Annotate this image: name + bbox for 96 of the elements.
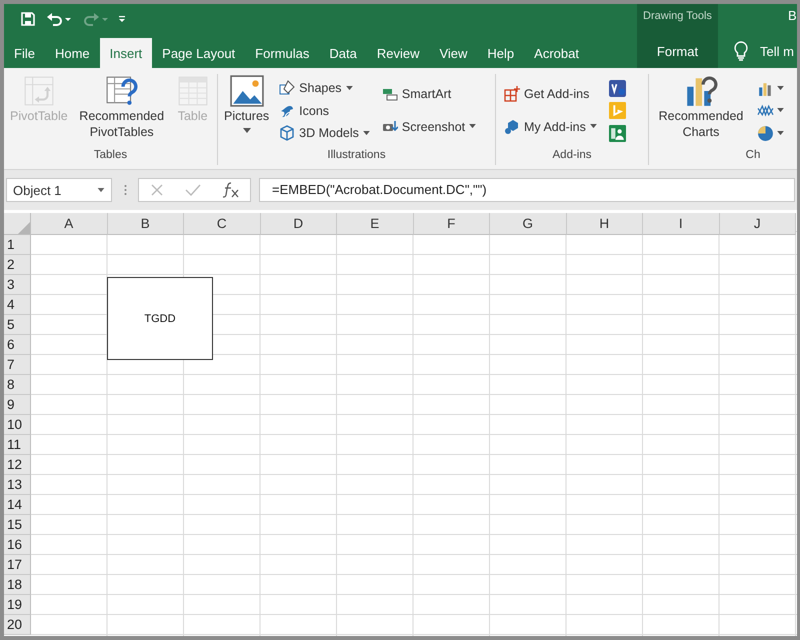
ribbon-tab[interactable]: Acrobat: [524, 38, 589, 68]
table-arrows-icon: [22, 74, 56, 108]
ribbon-tab[interactable]: Data: [319, 38, 367, 68]
name-box[interactable]: Object 1: [6, 178, 112, 202]
app-tile-icon: [608, 80, 626, 96]
row-header[interactable]: 14: [4, 495, 31, 515]
ribbon-tab[interactable]: Review: [366, 38, 430, 68]
cube-icon: [279, 125, 296, 141]
row-header[interactable]: 11: [4, 435, 31, 455]
save-icon[interactable]: [20, 11, 36, 27]
ribbon-tab[interactable]: Page Layout: [152, 38, 246, 68]
row-header[interactable]: 6: [4, 335, 31, 355]
column-header[interactable]: J: [720, 213, 796, 235]
ribbon-tab[interactable]: Formulas: [245, 38, 320, 68]
grid-plus-icon: [504, 86, 520, 102]
ribbon-tab[interactable]: Format: [646, 34, 708, 68]
row-header[interactable]: 10: [4, 415, 31, 435]
undo-icon[interactable]: [46, 11, 72, 27]
column-header[interactable]: I: [643, 213, 720, 235]
column-header[interactable]: C: [184, 213, 260, 235]
shapes-icon: [279, 80, 296, 96]
row-header[interactable]: 5: [4, 315, 31, 335]
tell-me-search[interactable]: Tell m: [760, 44, 794, 58]
check-icon[interactable]: [184, 183, 200, 197]
caret-icon: [346, 86, 353, 90]
column-header[interactable]: G: [490, 213, 566, 235]
column-header[interactable]: F: [414, 213, 490, 235]
grip-icon[interactable]: [124, 184, 126, 196]
ribbon-tab[interactable]: File: [4, 38, 45, 68]
caret-icon: [590, 124, 597, 130]
table-question-icon: [104, 74, 139, 108]
bar-chart-question-icon: [684, 74, 718, 108]
row-header[interactable]: 2: [4, 255, 31, 275]
ribbon-button[interactable]: Shapes: [277, 78, 372, 98]
row-header[interactable]: 12: [4, 455, 31, 475]
ribbon-tab[interactable]: Home: [44, 38, 100, 68]
row-header[interactable]: 7: [4, 355, 31, 375]
column-header[interactable]: E: [337, 213, 414, 235]
row-header[interactable]: 1: [4, 235, 31, 255]
row-header[interactable]: 3: [4, 275, 31, 295]
caret-icon[interactable]: [97, 188, 105, 192]
pie-chart-icon: [757, 124, 774, 142]
hexagon-icon: [504, 118, 520, 135]
contextual-group-title: Drawing Tools: [643, 9, 712, 24]
column-header[interactable]: D: [260, 213, 337, 235]
column-header[interactable]: B: [108, 213, 184, 235]
table-grid-icon: [176, 74, 210, 108]
embedded-object[interactable]: TGDD: [107, 277, 213, 360]
ribbon-button[interactable]: [606, 78, 628, 98]
caret-icon: [362, 130, 370, 136]
caret-icon: [777, 108, 784, 113]
arrow-tile-icon: [608, 102, 626, 119]
ribbon-tab[interactable]: Help: [477, 38, 524, 68]
caret-icon: [777, 130, 784, 136]
picture-icon: [230, 74, 264, 108]
ribbon-button[interactable]: My Add-ins: [502, 116, 599, 137]
row-header[interactable]: 18: [4, 575, 31, 595]
ribbon-button[interactable]: Get Add-ins: [502, 84, 599, 104]
ribbon-button[interactable]: Recommended PivotTables: [74, 74, 170, 149]
window-title: B: [787, 7, 797, 25]
group-label: Illustrations: [326, 149, 387, 163]
function-icon[interactable]: [222, 182, 240, 198]
row-header[interactable]: 20: [4, 615, 31, 635]
formula-field[interactable]: =EMBED("Acrobat.Document.DC",""): [259, 178, 795, 202]
name-box-value: Object 1: [13, 182, 62, 198]
ribbon-button[interactable]: Screenshot: [380, 116, 478, 137]
ribbon-tab[interactable]: View: [429, 38, 478, 68]
ribbon-button[interactable]: SmartArt: [380, 84, 478, 104]
row-header[interactable]: 17: [4, 555, 31, 575]
row-header[interactable]: 13: [4, 475, 31, 495]
ribbon-button[interactable]: [606, 123, 628, 143]
person-tile-icon: [608, 124, 626, 142]
ribbon-button[interactable]: 3D Models: [277, 123, 372, 143]
row-header[interactable]: 16: [4, 535, 31, 555]
caret-icon: [777, 86, 784, 90]
group-label: Add-ins: [552, 149, 592, 163]
ribbon-tab[interactable]: Insert: [100, 38, 152, 68]
row-header[interactable]: 9: [4, 395, 31, 415]
ribbon-button[interactable]: Recommended Charts: [653, 74, 749, 149]
ribbon-button[interactable]: [755, 123, 786, 143]
lightbulb-icon[interactable]: [734, 41, 748, 61]
caret-icon: [469, 124, 476, 130]
ribbon-button[interactable]: Pictures: [222, 74, 272, 149]
row-header[interactable]: 8: [4, 375, 31, 395]
object-text: TGDD: [144, 312, 176, 324]
column-header[interactable]: H: [566, 213, 643, 235]
smartart-icon: [382, 86, 398, 102]
row-header[interactable]: 4: [4, 295, 31, 315]
row-header[interactable]: 15: [4, 515, 31, 535]
row-header[interactable]: 19: [4, 595, 31, 615]
line-chart-icon: [757, 102, 774, 119]
caret-icon: [242, 128, 251, 134]
group-label: Ch: [744, 149, 762, 163]
ribbon-button[interactable]: Icons: [277, 100, 372, 120]
group-label: Tables: [92, 149, 128, 163]
column-header[interactable]: A: [31, 213, 108, 235]
